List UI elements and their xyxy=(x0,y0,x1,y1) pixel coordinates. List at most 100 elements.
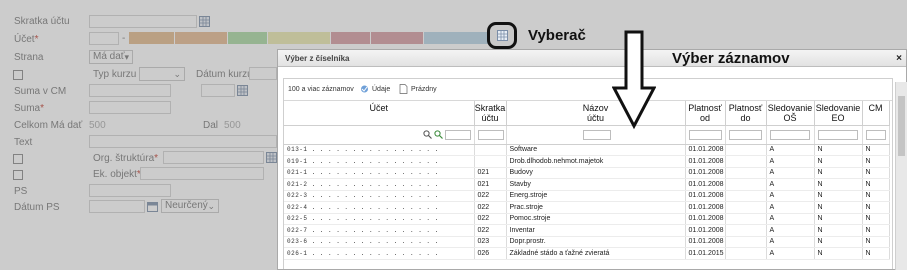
label-ucet: Účet* xyxy=(14,34,39,45)
checkbox-org-struktura[interactable] xyxy=(13,154,23,164)
cell-skratka: 023 xyxy=(474,236,507,248)
table-row[interactable]: 021-1 . . . . . . . . . . . . . . . . 021… xyxy=(284,167,890,179)
picker-dialog: Výber z číselníka × 100 a viac záznamov … xyxy=(277,49,907,270)
chevron-down-icon: ▾ xyxy=(124,52,129,62)
cell-cm: N xyxy=(862,247,890,260)
segment-5[interactable] xyxy=(331,32,371,44)
datum-ps-input[interactable] xyxy=(89,200,145,213)
cell-od: 01.01.2008 xyxy=(685,236,726,248)
kurz-input[interactable] xyxy=(201,84,235,97)
down-arrow-icon xyxy=(612,30,656,130)
datum-kurzu-input[interactable] xyxy=(249,67,277,80)
table-row[interactable]: 022-3 . . . . . . . . . . . . . . . . 022… xyxy=(284,190,890,202)
typ-kurzu-select[interactable]: ⌄ xyxy=(139,67,185,81)
cell-od: 01.01.2008 xyxy=(685,155,726,168)
checkbox-typ-kurzu[interactable] xyxy=(13,70,23,80)
segment-3[interactable] xyxy=(228,32,268,44)
cell-nazov: Drob.dlhodob.nehmot.majetok xyxy=(506,155,686,168)
celkom-ma-dat-value: 500 xyxy=(89,120,106,131)
filter-skratka-input[interactable] xyxy=(477,129,504,140)
segment-6[interactable] xyxy=(371,32,424,44)
skratka-uctu-input[interactable] xyxy=(89,15,197,28)
cell-ucet: 023-6 . . . . . . . . . . . . . . . . xyxy=(284,236,475,248)
filter-do-input[interactable] xyxy=(728,129,762,140)
cell-skratka: 022 xyxy=(474,224,507,237)
calculator-icon[interactable] xyxy=(237,85,248,96)
col-header-sledovanie-os[interactable]: Sledovanie OŠ xyxy=(766,101,815,126)
col-header-platnost-od[interactable]: Platnosť od xyxy=(685,101,726,126)
filter-cm-input[interactable] xyxy=(865,129,886,140)
ucet-synthetic-input[interactable] xyxy=(89,32,119,45)
cell-os: A xyxy=(766,178,815,191)
cell-nazov: Energ.stroje xyxy=(506,190,686,202)
datum-ps-select[interactable]: Neurčený ⌄ xyxy=(161,199,219,213)
data-button[interactable]: Údaje xyxy=(372,86,390,93)
filter-eo-input[interactable] xyxy=(817,129,858,140)
table-row[interactable]: 021-2 . . . . . . . . . . . . . . . . 021… xyxy=(284,178,890,191)
cell-skratka: 021 xyxy=(474,178,507,191)
table-row[interactable]: 023-6 . . . . . . . . . . . . . . . . 023… xyxy=(284,236,890,248)
segment-7[interactable] xyxy=(424,32,490,44)
table-row[interactable]: 022-7 . . . . . . . . . . . . . . . . 022… xyxy=(284,224,890,237)
strana-select[interactable]: Má dať ▾ xyxy=(89,50,133,64)
table-row[interactable]: 022-4 . . . . . . . . . . . . . . . . 022… xyxy=(284,201,890,214)
filter-os-input[interactable] xyxy=(769,129,810,140)
scrollbar-thumb[interactable] xyxy=(898,96,905,156)
col-header-sledovanie-eo[interactable]: Sledovanie EO xyxy=(814,101,863,126)
cell-cm: N xyxy=(862,190,890,202)
segment-2[interactable] xyxy=(175,32,228,44)
checkbox-ek-objekt[interactable] xyxy=(13,170,23,180)
annotation-vyber-zaznamov: Výber záznamov xyxy=(672,50,790,67)
label-strana: Strana xyxy=(14,52,44,63)
filter-od-input[interactable] xyxy=(688,129,722,140)
cell-skratka: 022 xyxy=(474,190,507,202)
cell-os: A xyxy=(766,155,815,168)
cell-nazov: Budovy xyxy=(506,167,686,179)
col-header-cm[interactable]: CM xyxy=(862,101,890,126)
col-header-platnost-do[interactable]: Platnosť do xyxy=(725,101,767,126)
selector-highlight xyxy=(487,22,517,49)
cell-eo: N xyxy=(814,155,863,168)
segment-4[interactable] xyxy=(268,32,331,44)
page-scrollbar[interactable] xyxy=(895,82,907,270)
ucet-analytic-segments[interactable] xyxy=(129,32,490,44)
ek-objekt-input[interactable] xyxy=(140,167,264,180)
cell-cm: N xyxy=(862,155,890,168)
filter-nazov-input[interactable] xyxy=(583,129,611,140)
table-row[interactable]: 019-1 . . . . . . . . . . . . . . . . Dro… xyxy=(284,155,890,168)
col-header-skratka[interactable]: Skratka účtu xyxy=(474,101,507,126)
cell-skratka: 026 xyxy=(474,247,507,260)
empty-doc-icon[interactable] xyxy=(399,84,408,94)
search-icon[interactable] xyxy=(422,130,432,139)
empty-button[interactable]: Prázdny xyxy=(411,86,437,93)
cell-do xyxy=(725,178,767,191)
cell-skratka xyxy=(474,144,507,156)
col-header-ucet[interactable]: Účet xyxy=(284,101,475,126)
text-input[interactable] xyxy=(89,135,277,148)
label-text: Text xyxy=(14,137,33,148)
data-icon[interactable] xyxy=(360,84,369,94)
filter-ucet-input[interactable] xyxy=(444,129,471,140)
table-picker-icon[interactable] xyxy=(199,16,210,27)
clear-filter-icon[interactable] xyxy=(433,130,443,139)
cell-ucet: 026-1 . . . . . . . . . . . . . . . . xyxy=(284,247,475,260)
table-row[interactable]: 026-1 . . . . . . . . . . . . . . . . 026… xyxy=(284,247,890,260)
segment-1[interactable] xyxy=(129,32,175,44)
cell-eo: N xyxy=(814,224,863,237)
suma-input[interactable] xyxy=(89,101,171,114)
cell-os: A xyxy=(766,190,815,202)
cell-ucet: 021-1 . . . . . . . . . . . . . . . . xyxy=(284,167,475,179)
suma-v-cm-input[interactable] xyxy=(89,84,171,97)
table-row[interactable]: 022-5 . . . . . . . . . . . . . . . . 022… xyxy=(284,213,890,225)
cell-nazov: Inventar xyxy=(506,224,686,237)
org-struktura-input[interactable] xyxy=(163,151,264,164)
table-picker-icon[interactable] xyxy=(266,152,277,163)
table-row[interactable]: 013-1 . . . . . . . . . . . . . . . . Sof… xyxy=(284,144,890,156)
label-datum-kurzu: Dátum kurzu xyxy=(196,69,253,80)
col-header-nazov[interactable]: Názov účtu xyxy=(506,101,686,126)
cell-eo: N xyxy=(814,236,863,248)
close-icon[interactable]: × xyxy=(896,50,902,67)
calendar-icon[interactable] xyxy=(147,201,158,212)
ps-input[interactable] xyxy=(89,184,171,197)
table-picker-icon xyxy=(497,30,508,41)
